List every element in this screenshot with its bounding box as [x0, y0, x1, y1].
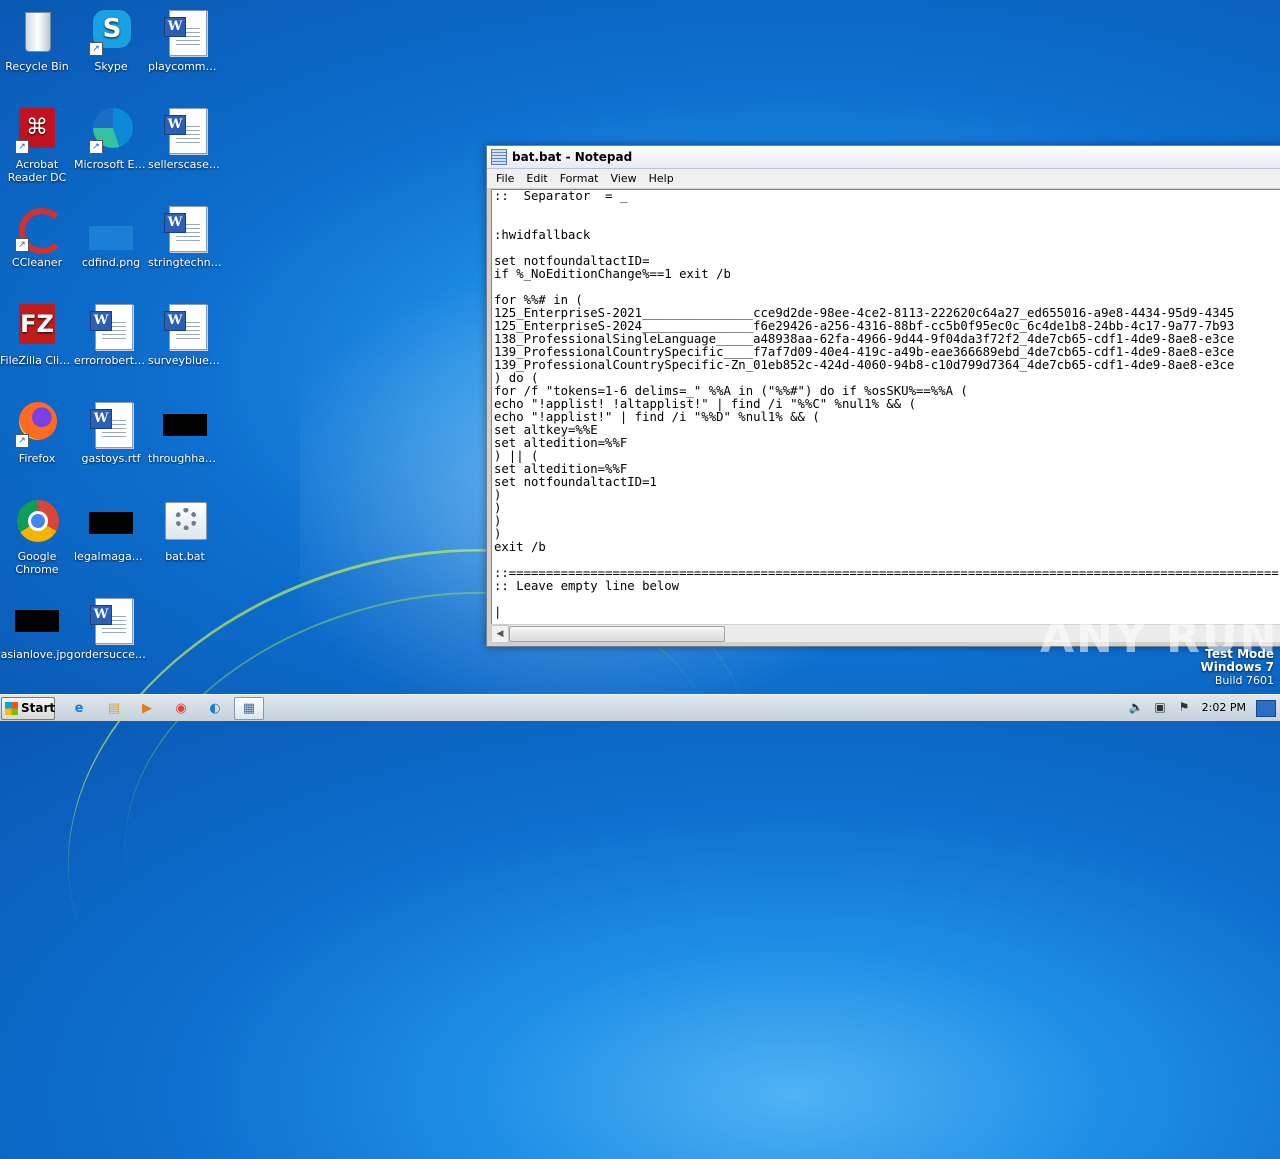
desktop-icon-ccleaner[interactable]: ↗ CCleaner — [0, 204, 74, 269]
editor-line: set notfoundaltactID=1 — [494, 475, 657, 489]
taskbar-media-player-button[interactable]: ▶ — [132, 697, 162, 720]
desktop-icon-bat[interactable]: bat.bat — [148, 498, 222, 563]
image-file-icon — [161, 400, 209, 448]
editor-line: set altedition=%%F — [494, 436, 628, 450]
desktop-icon-ordersuccer[interactable]: W ordersuccer... — [74, 596, 148, 661]
taskbar-edge-button[interactable]: ◐ — [200, 697, 230, 720]
skype-icon: S ↗ — [87, 8, 135, 56]
chrome-icon: ◉ — [175, 701, 187, 716]
notepad-icon — [491, 149, 507, 165]
desktop-icon-legalmagazi[interactable]: legalmagazi... — [74, 498, 148, 563]
text-editor[interactable]: :: Separator = _ :hwidfallback set notfo… — [491, 189, 1280, 629]
editor-line: :: Separator = _ — [494, 189, 628, 203]
notepad-icon: ▦ — [242, 701, 256, 716]
menu-file[interactable]: File — [490, 172, 520, 185]
word-document-icon: W — [161, 8, 209, 56]
word-document-icon: W — [161, 302, 209, 350]
window-title: bat.bat - Notepad — [512, 150, 633, 164]
desktop-icon-cdfind[interactable]: cdfind.png — [74, 204, 148, 269]
desktop-icon-surveyblue[interactable]: W surveyblue.rtf — [148, 302, 222, 367]
desktop-icon-sellerscase[interactable]: W sellerscase.rtf — [148, 106, 222, 171]
desktop-icon-asianlove[interactable]: asianlove.jpg — [0, 596, 74, 661]
internet-explorer-icon: e — [74, 701, 84, 716]
notepad-title-bar[interactable]: bat.bat - Notepad — [487, 146, 1280, 169]
editor-line: exit /b — [494, 540, 546, 554]
network-icon[interactable]: ▣ — [1152, 700, 1168, 714]
recycle-bin-icon — [13, 8, 61, 56]
build-text: Build 7601 — [1214, 674, 1274, 687]
notepad-window[interactable]: bat.bat - Notepad File Edit Format View … — [486, 145, 1280, 647]
editor-line: echo "!applist!" | find /i "%%D" %nul1% … — [494, 410, 820, 424]
desktop-icon-acrobat[interactable]: ⌘ ↗ Acrobat Reader DC — [0, 106, 74, 184]
os-name-text: Windows 7 — [1200, 660, 1274, 674]
desktop-icon-skype[interactable]: S ↗ Skype — [74, 8, 148, 73]
chrome-icon — [13, 498, 61, 546]
scrollbar-thumb[interactable] — [509, 626, 725, 642]
desktop-icon-recycle-bin[interactable]: Recycle Bin — [0, 8, 74, 73]
desktop-icon-chrome[interactable]: Google Chrome — [0, 498, 74, 576]
taskbar: Start e ▤ ▶ ◉ ◐ ▦ 🔈 ▣ ⚑ 2:02 PM — [0, 694, 1280, 721]
start-button[interactable]: Start — [1, 697, 55, 720]
word-document-icon: W — [161, 106, 209, 154]
clock[interactable]: 2:02 PM — [1202, 701, 1246, 714]
desktop-icon-throughhad[interactable]: throughhad... — [148, 400, 222, 465]
edge-icon: ◐ — [209, 701, 221, 716]
filezilla-icon: FZ — [13, 302, 61, 350]
system-notice: Test Mode Windows 7 Build 7601 — [1200, 648, 1274, 688]
edge-icon: ↗ — [87, 106, 135, 154]
editor-line: 139_ProfessionalCountrySpecific-Zn_01eb8… — [494, 358, 1235, 372]
media-player-icon: ▶ — [142, 701, 152, 716]
taskbar-notepad-button[interactable]: ▦ — [234, 697, 264, 720]
word-document-icon: W — [87, 302, 135, 350]
editor-line: ) — [494, 488, 502, 502]
word-document-icon: W — [161, 204, 209, 252]
batch-file-icon — [161, 498, 209, 546]
editor-line: :hwidfallback — [494, 228, 591, 242]
show-desktop-button[interactable] — [1256, 700, 1276, 717]
menu-view[interactable]: View — [605, 172, 643, 185]
taskbar-explorer-button[interactable]: ▤ — [99, 697, 129, 720]
editor-line: ) — [494, 514, 502, 528]
ccleaner-icon: ↗ — [13, 204, 65, 254]
acrobat-icon: ⌘ ↗ — [13, 106, 61, 154]
firefox-icon: ↗ — [13, 400, 61, 448]
editor-line: ) — [494, 527, 502, 541]
volume-icon[interactable]: 🔈 — [1128, 700, 1144, 714]
editor-text: :: Separator = _ :hwidfallback set notfo… — [494, 190, 1279, 619]
windows-flag-icon — [5, 702, 18, 715]
desktop-icon-filezilla[interactable]: FZ FileZilla Client — [0, 302, 74, 367]
folder-icon: ▤ — [107, 701, 121, 716]
desktop-icon-playcomme[interactable]: W playcomme... — [148, 8, 222, 73]
taskbar-chrome-button[interactable]: ◉ — [166, 697, 196, 720]
action-center-flag-icon[interactable]: ⚑ — [1176, 700, 1192, 714]
desktop-icon-stringtechni[interactable]: W stringtechni... — [148, 204, 222, 269]
editor-line: :: Leave empty line below — [494, 579, 680, 593]
image-file-icon — [87, 204, 135, 252]
desktop-icon-firefox[interactable]: ↗ Firefox — [0, 400, 74, 465]
editor-line: if %_NoEditionChange%==1 exit /b — [494, 267, 731, 281]
menu-bar: File Edit Format View Help — [487, 169, 1280, 189]
editor-line: ) — [494, 501, 502, 515]
image-file-icon — [87, 498, 135, 546]
menu-format[interactable]: Format — [554, 172, 605, 185]
desktop-icon-edge[interactable]: ↗ Microsoft Edge — [74, 106, 148, 171]
desktop-icon-gastoys[interactable]: W gastoys.rtf — [74, 400, 148, 465]
desktop-icon-errorrobert[interactable]: W errorrobert.rtf — [74, 302, 148, 367]
taskbar-ie-button[interactable]: e — [64, 697, 94, 720]
menu-edit[interactable]: Edit — [520, 172, 553, 185]
scroll-left-icon[interactable]: ◀ — [491, 625, 509, 643]
image-file-icon — [13, 596, 61, 644]
menu-help[interactable]: Help — [643, 172, 680, 185]
word-document-icon: W — [87, 400, 135, 448]
word-document-icon: W — [87, 596, 135, 644]
